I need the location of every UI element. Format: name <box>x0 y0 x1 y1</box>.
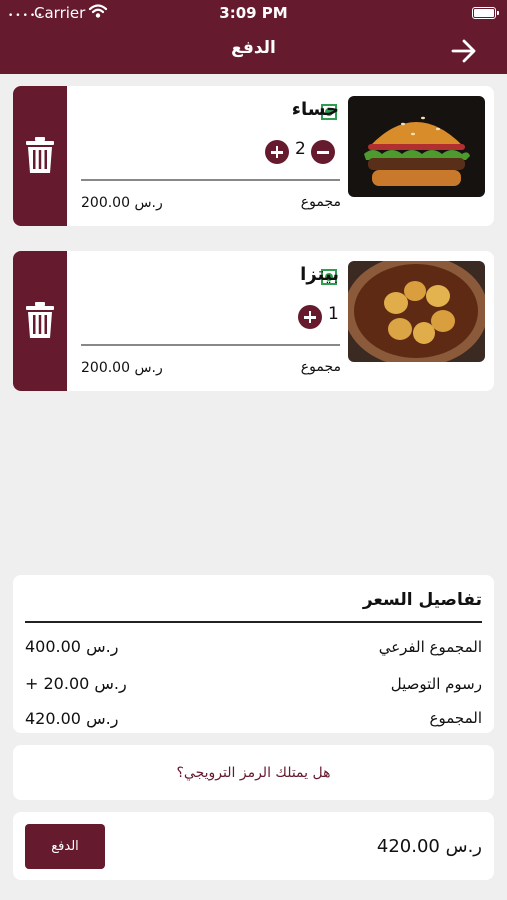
cart-item: حساء 2 مجموع ر.س 200.00 <box>13 86 494 226</box>
app-header: ••••• Carrier 3:09 PM الدفع <box>0 0 507 74</box>
item-quantity: 2 <box>295 139 306 159</box>
burger-image <box>348 96 485 197</box>
pay-button[interactable]: الدفع <box>25 824 105 869</box>
item-name: حساء <box>291 99 339 120</box>
subtotal-value: ر.س 400.00 <box>25 637 119 656</box>
promo-code-button[interactable]: هل يمتلك الرمز الترويجي؟ <box>13 745 494 800</box>
cart-item: بيتزا 1 مجموع ر.س 200.00 <box>13 251 494 391</box>
clock: 3:09 PM <box>219 4 288 22</box>
increase-quantity-button[interactable] <box>298 305 322 329</box>
checkout-amount: ر.س 420.00 <box>376 836 482 857</box>
item-total-label: مجموع <box>300 359 341 375</box>
item-name: بيتزا <box>300 264 339 285</box>
checkout-bar: الدفع ر.س 420.00 <box>13 812 494 880</box>
item-total-value: ر.س 200.00 <box>81 360 163 376</box>
divider <box>81 179 340 181</box>
battery-icon <box>472 7 499 19</box>
increase-quantity-button[interactable] <box>265 140 289 164</box>
status-bar: ••••• Carrier 3:09 PM <box>0 0 507 26</box>
trash-icon <box>26 302 54 338</box>
promo-code-prompt: هل يمتلك الرمز الترويجي؟ <box>176 765 331 781</box>
divider <box>81 344 340 346</box>
item-total-label: مجموع <box>300 194 341 210</box>
delete-item-button[interactable] <box>13 86 67 226</box>
total-label: المجموع <box>429 709 482 727</box>
delivery-fee-value: + ر.س 20.00 <box>25 674 127 693</box>
subtotal-label: المجموع الفرعي <box>378 638 482 656</box>
total-value: ر.س 420.00 <box>25 709 119 728</box>
decrease-quantity-button[interactable] <box>311 140 335 164</box>
page-title: الدفع <box>231 38 276 58</box>
divider <box>25 621 482 623</box>
item-quantity: 1 <box>328 304 339 324</box>
curry-dish-image <box>348 261 485 362</box>
price-details-title: تفاصيل السعر <box>362 590 482 610</box>
back-arrow-icon[interactable] <box>450 37 478 65</box>
delivery-fee-label: رسوم التوصيل <box>390 675 482 693</box>
item-total-value: ر.س 200.00 <box>81 195 163 211</box>
trash-icon <box>26 137 54 173</box>
price-details-panel: تفاصيل السعر المجموع الفرعي ر.س 400.00 ر… <box>13 575 494 733</box>
delete-item-button[interactable] <box>13 251 67 391</box>
